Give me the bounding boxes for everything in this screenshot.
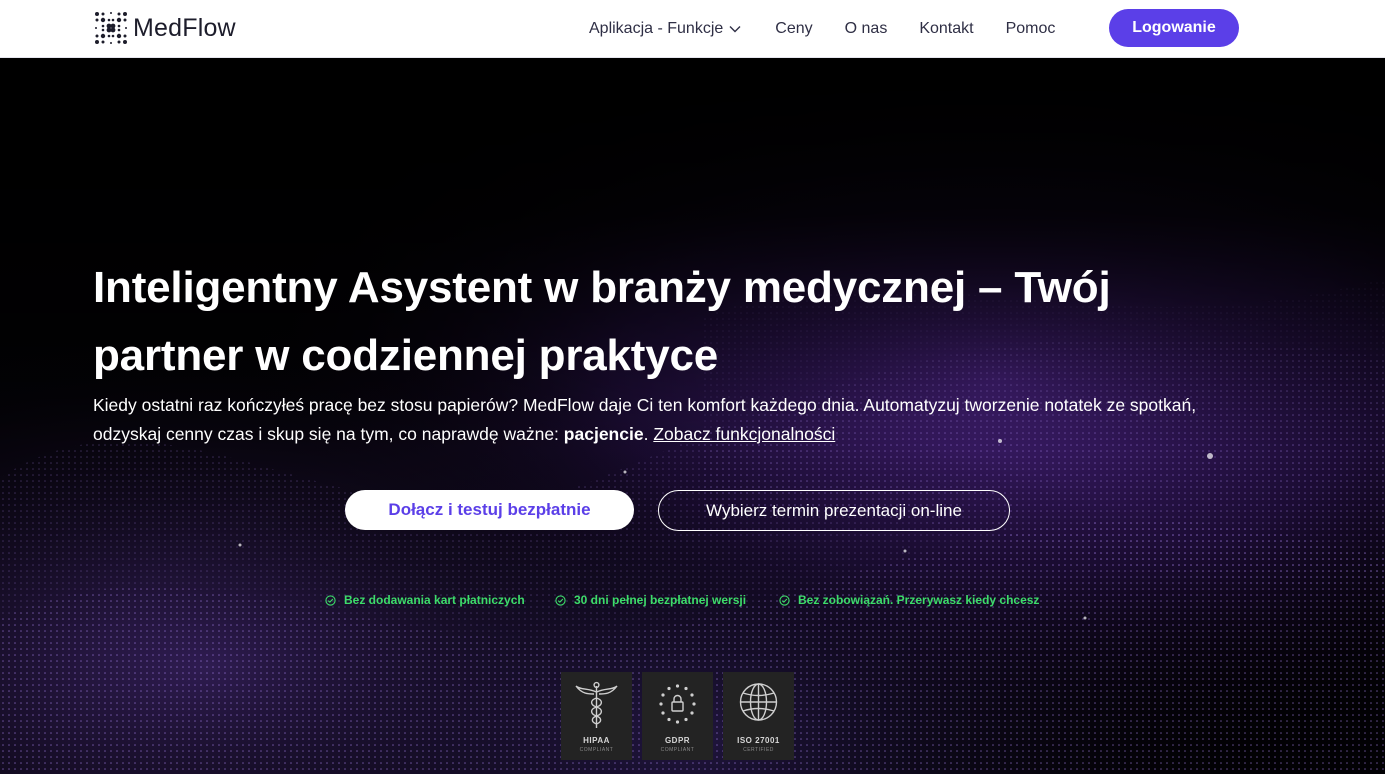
hero-description-tail: .: [643, 424, 654, 444]
caduceus-icon: [575, 681, 618, 728]
iso-27001-badge: ISO 27001 CERTIFIED: [723, 672, 794, 760]
nav-item-kontakt[interactable]: Kontakt: [919, 20, 973, 38]
hero-title: Inteligentny Asystent w branży medycznej…: [93, 263, 1111, 380]
hero-description: Kiedy ostatni raz kończyłeś pracę bez st…: [93, 391, 1243, 449]
badge-sublabel: CERTIFIED: [743, 747, 774, 753]
globe-icon: [739, 683, 778, 721]
feature-item: 30 dni pełnej bezpłatnej wersji: [555, 593, 746, 607]
login-button[interactable]: Logowanie: [1109, 9, 1239, 47]
check-circle-icon: [325, 594, 336, 606]
feature-highlights: Bez dodawania kart płatniczych 30 dni pe…: [0, 593, 1385, 613]
nav-item-label: Aplikacja - Funkcje: [589, 19, 724, 37]
feature-label: Bez dodawania kart płatniczych: [344, 593, 525, 607]
medflow-logo-icon: [95, 12, 127, 44]
eu-stars-lock-icon: [659, 684, 696, 724]
nav-item-o-nas[interactable]: O nas: [845, 20, 888, 38]
compliance-badges: HIPAA COMPLIANT GDPR COMPLIANT ISO 27001…: [561, 672, 794, 760]
feature-item: Bez zobowiązań. Przerywasz kiedy chcesz: [779, 593, 1039, 607]
gdpr-badge: GDPR COMPLIANT: [642, 672, 713, 760]
brand-name: MedFlow: [133, 13, 236, 42]
nav-item-aplikacja-funkcje[interactable]: Aplikacja - Funkcje: [589, 20, 741, 38]
book-demo-button[interactable]: Wybierz termin prezentacji on-line: [658, 490, 1010, 531]
hipaa-badge: HIPAA COMPLIANT: [561, 672, 632, 760]
feature-label: Bez zobowiązań. Przerywasz kiedy chcesz: [798, 593, 1040, 607]
brand-logo-link[interactable]: MedFlow: [93, 10, 236, 46]
see-features-link[interactable]: Zobacz funkcjonalności: [653, 424, 835, 444]
badge-label: ISO 27001: [737, 736, 780, 745]
badge-label: HIPAA: [583, 736, 610, 745]
feature-label: 30 dni pełnej bezpłatnej wersji: [574, 593, 747, 607]
check-circle-icon: [555, 594, 566, 606]
chevron-down-icon: [729, 25, 741, 32]
join-free-trial-button[interactable]: Dołącz i testuj bezpłatnie: [345, 490, 634, 530]
check-circle-icon: [779, 594, 790, 606]
badge-sublabel: COMPLIANT: [660, 747, 695, 753]
nav-item-pomoc[interactable]: Pomoc: [1006, 20, 1056, 38]
main-nav: Aplikacja - Funkcje Ceny O nas Kontakt P…: [589, 0, 1055, 57]
badge-label: GDPR: [664, 736, 691, 745]
nav-item-ceny[interactable]: Ceny: [775, 20, 812, 38]
hero-section: Inteligentny Asystent w branży medycznej…: [0, 58, 1385, 774]
feature-item: Bez dodawania kart płatniczych: [325, 593, 525, 607]
badge-sublabel: COMPLIANT: [579, 747, 614, 753]
hero-description-emphasis: pacjencie: [563, 424, 644, 444]
site-header: MedFlow Aplikacja - Funkcje Ceny O nas K…: [0, 0, 1385, 58]
